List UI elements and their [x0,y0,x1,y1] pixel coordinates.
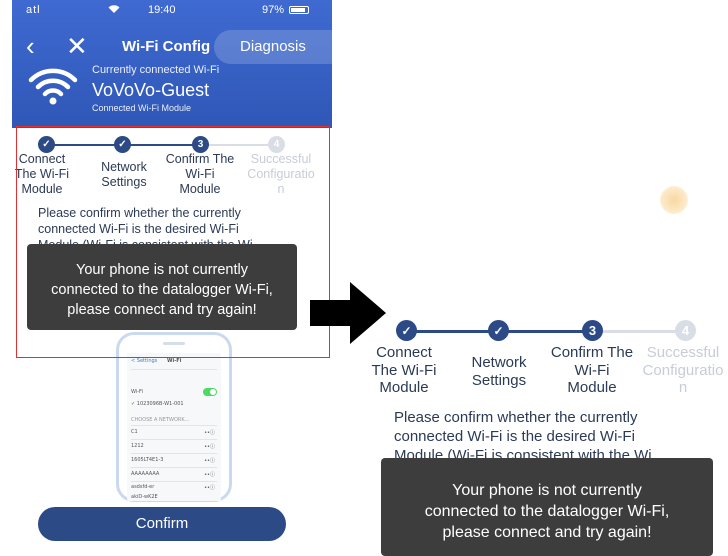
step-3-indicator: 3 [582,320,603,341]
confirm-message: Please confirm whether the currently con… [394,409,652,458]
status-bar: atl 19:40 97% [12,0,332,20]
decorative-glow [660,186,688,214]
step-connector [498,330,592,333]
step-1-label: Connect The Wi-Fi Module [371,344,437,397]
lock-wifi-info-icon: ••ⓘ [204,472,215,478]
network-item: AAAAAAAA [131,471,160,477]
lock-wifi-info-icon: ••ⓘ [204,430,215,436]
network-item: akiD-wK2E [131,494,158,500]
step-3-label: Confirm The Wi-Fi Module [550,344,634,397]
diagnosis-button[interactable]: Diagnosis [214,30,334,64]
divider [131,467,217,468]
divider [131,439,217,440]
step-connector [592,330,686,333]
check-icon: ✓ [488,320,509,341]
network-section-label: CHOOSE A NETWORK... [131,417,190,423]
toast-message: Your phone is not currently connected to… [381,458,713,556]
connected-network: ✓ 1023096B-W1-001 [131,401,184,407]
settings-screenshot: < Settings Wi-Fi Wi-Fi ✓ 1023096B-W1-001… [127,353,221,501]
highlight-box [16,126,330,358]
battery-percent: 97% [262,4,285,16]
network-item: 1212 [131,443,144,449]
lock-wifi-info-icon: ••ⓘ [204,485,215,491]
step-4-label: Successful Configuratio n [642,344,724,397]
settings-back-link: < Settings [131,358,158,364]
wifi-status-icon [108,4,120,17]
lock-wifi-info-icon: ••ⓘ [204,444,215,450]
close-icon[interactable]: ✕ [66,32,88,60]
divider [131,425,217,426]
network-item: C1 [131,429,138,435]
divider [131,453,217,454]
wifi-toggle [203,388,217,396]
step-4-indicator: 4 [675,320,696,341]
back-icon[interactable]: ‹ [26,32,35,60]
signal-indicator: atl [26,4,41,16]
check-icon: ✓ [396,320,417,341]
network-item: 1605LT4E1-3 [131,457,164,463]
lock-wifi-info-icon: ••ⓘ [204,458,215,464]
current-ssid: VoVoVo-Guest [92,80,210,100]
network-item: asdsfd-er [131,484,155,490]
nav-bar: ‹ ✕ Wi-Fi Config Diagnosis [12,30,334,64]
settings-title: Wi-Fi [167,358,182,364]
wifi-label: Wi-Fi [131,389,143,395]
wifi-icon [28,68,78,105]
current-wifi-label: Currently connected Wi-Fi [92,64,220,76]
divider [131,369,217,370]
arrow-right-icon [310,282,386,344]
step-2-label: Network Settings [471,354,527,389]
divider [131,481,217,482]
connected-module-label: Connected Wi-Fi Module [92,103,192,113]
page-title: Wi-Fi Config [122,38,211,55]
confirm-button[interactable]: Confirm [38,507,286,541]
clock: 19:40 [148,4,176,16]
step-connector [406,330,498,333]
header: atl 19:40 97% ‹ ✕ Wi-Fi Config Diagnosis… [12,0,334,128]
battery-icon [289,6,309,14]
